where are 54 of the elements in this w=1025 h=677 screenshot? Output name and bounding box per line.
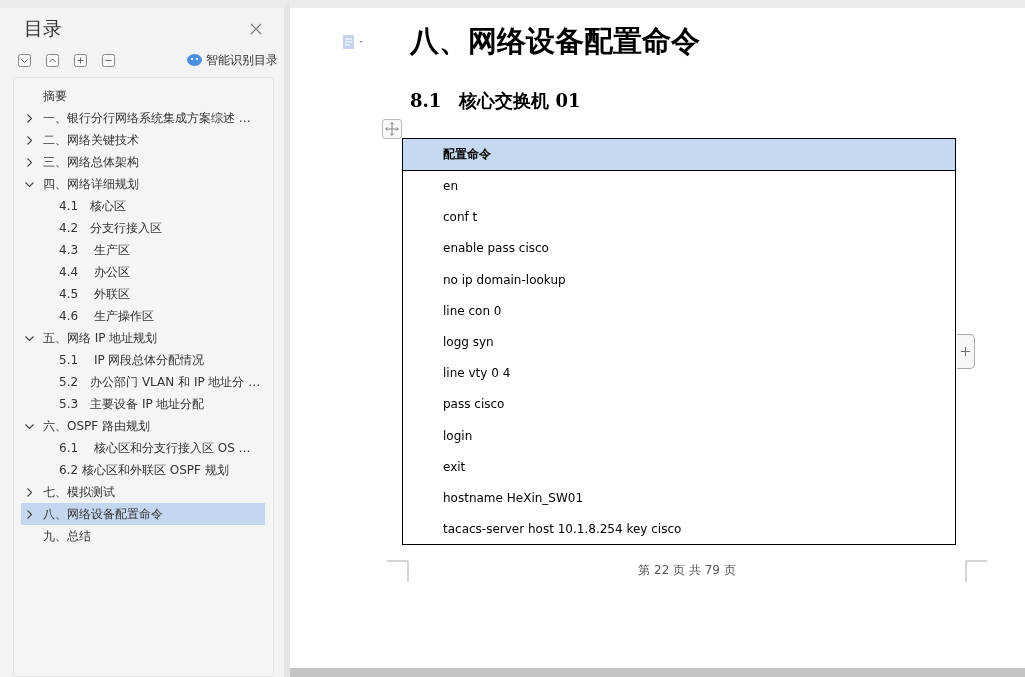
toc-item[interactable]: 三、网络总体架构	[21, 151, 265, 173]
toc-item[interactable]: 七、模拟测试	[21, 481, 265, 503]
command-cell: enable pass cisco	[402, 232, 956, 265]
corner-mark-icon	[965, 560, 987, 583]
toc-subitem[interactable]: 4.2 分支行接入区	[21, 217, 265, 239]
toc-subitem[interactable]: 5.3 主要设备 IP 地址分配	[21, 393, 265, 415]
chevron-right-icon[interactable]	[24, 112, 35, 124]
command-cell: login	[402, 420, 956, 452]
toc-item[interactable]: 九、总结	[21, 525, 265, 547]
chevron-right-icon[interactable]	[24, 156, 35, 168]
command-cell: hostname HeXin_SW01	[402, 482, 956, 514]
page-heading: 八、网络设备配置命令	[410, 23, 700, 60]
close-icon[interactable]	[250, 23, 262, 35]
toc-subitem[interactable]: 4.3 生产区	[21, 239, 265, 261]
chevron-right-icon[interactable]	[24, 134, 35, 146]
command-cell: en	[402, 170, 956, 202]
column-header: 配置命令	[402, 138, 956, 171]
command-cell: tacacs-server host 10.1.8.254 key cisco	[402, 513, 956, 545]
command-cell: logg syn	[402, 326, 956, 358]
move-handle-icon[interactable]	[382, 119, 402, 139]
robot-icon	[187, 54, 202, 66]
minus-button[interactable]	[102, 53, 115, 67]
toc-item[interactable]: 二、网络关键技术	[21, 129, 265, 151]
toc-item[interactable]: 五、网络 IP 地址规划	[21, 327, 265, 349]
toc-subitem[interactable]: 4.1 核心区	[21, 195, 265, 217]
smart-toc-link[interactable]: 智能识别目录	[206, 51, 278, 69]
toc-subitem[interactable]: 5.2 办公部门 VLAN 和 IP 地址分 …	[21, 371, 265, 393]
toc-subitem[interactable]: 6.1 核心区和分支行接入区 OS …	[21, 437, 265, 459]
toc-subitem[interactable]: 4.4 办公区	[21, 261, 265, 283]
chevron-right-icon[interactable]	[24, 508, 35, 520]
command-cell: pass cisco	[402, 388, 956, 420]
section-heading: 8.1 核心交换机 01	[410, 89, 582, 113]
corner-mark-icon	[387, 560, 409, 583]
command-cell: line vty 0 4	[402, 357, 956, 389]
toc-subitem[interactable]: 4.5 外联区	[21, 283, 265, 305]
toc-item[interactable]: 摘要	[21, 85, 265, 107]
toc-subitem[interactable]: 4.6 生产操作区	[21, 305, 265, 327]
plus-button[interactable]	[74, 53, 87, 67]
toc-subitem[interactable]: 5.1 IP 网段总体分配情况	[21, 349, 265, 371]
command-cell: line con 0	[402, 295, 956, 327]
command-cell: conf t	[402, 201, 956, 233]
toc-item[interactable]: 四、网络详细规划	[21, 173, 265, 195]
toc-subitem[interactable]: 6.2 核心区和外联区 OSPF 规划	[21, 459, 265, 481]
add-column-button[interactable]	[957, 334, 975, 369]
collapse-all-button[interactable]	[46, 53, 59, 67]
page-number: 第 22 页 共 79 页	[638, 562, 736, 580]
toc-item[interactable]: 八、网络设备配置命令	[21, 503, 265, 525]
toc-item[interactable]: 六、OSPF 路由规划	[21, 415, 265, 437]
expand-all-button[interactable]	[18, 53, 31, 67]
command-cell: exit	[402, 451, 956, 483]
chevron-right-icon[interactable]	[24, 486, 35, 498]
toc-item[interactable]: 一、银行分行网络系统集成方案综述 …	[21, 107, 265, 129]
command-cell: no ip domain-lookup	[402, 264, 956, 296]
panel-title: 目录	[24, 16, 62, 41]
